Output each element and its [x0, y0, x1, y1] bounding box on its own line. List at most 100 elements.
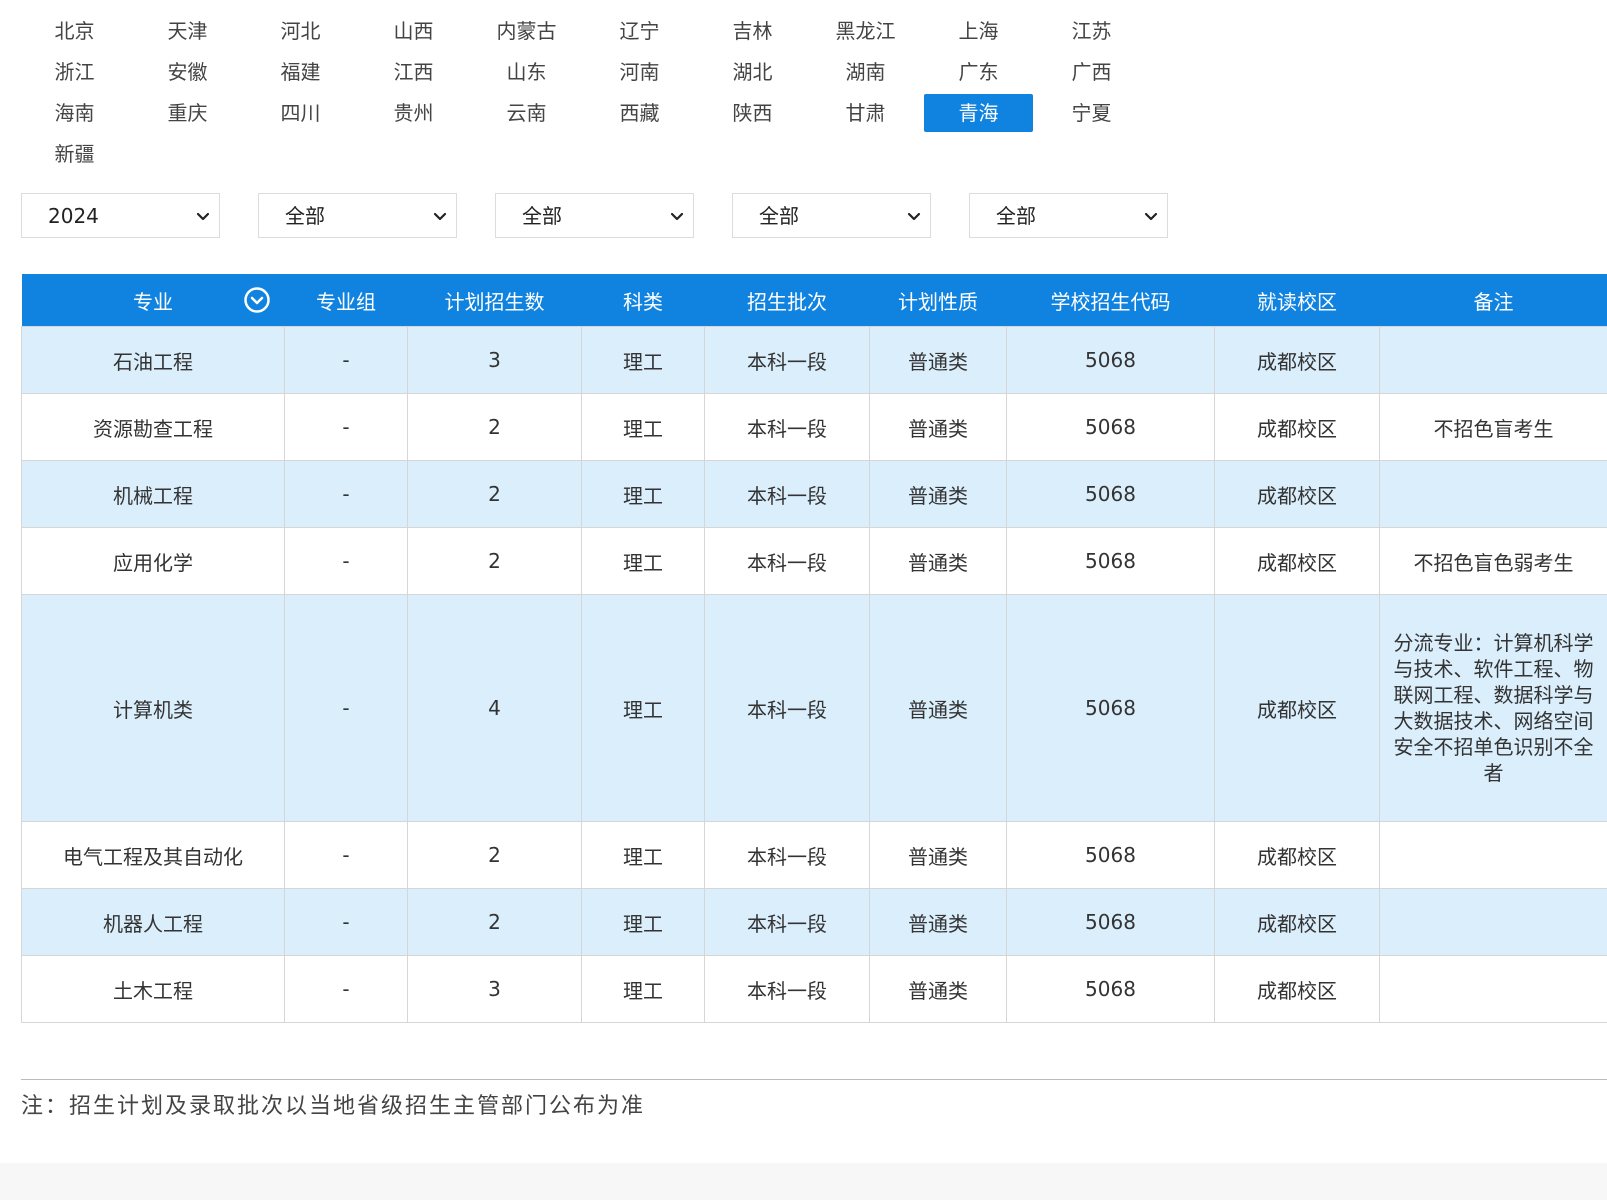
cell-plan-count: 2: [407, 888, 582, 956]
province-tab[interactable]: 西藏: [585, 94, 694, 132]
table-row: 电气工程及其自动化 -2 理工 本科一段 普通类 5068 成都校区: [21, 821, 1607, 889]
filter-select-5[interactable]: 全部: [969, 193, 1168, 238]
province-tab[interactable]: 青海: [924, 94, 1033, 132]
province-tab[interactable]: 北京: [20, 12, 129, 50]
cell-plan-type: 普通类: [869, 594, 1007, 822]
cell-school-code: 5068: [1006, 594, 1215, 822]
province-tab[interactable]: 四川: [246, 94, 355, 132]
table-row: 应用化学 -2 理工 本科一段 普通类 5068 成都校区 不招色盲色弱考生: [21, 527, 1607, 595]
cell-batch: 本科一段: [704, 888, 870, 956]
province-tab[interactable]: 宁夏: [1037, 94, 1146, 132]
cell-plan-count: 2: [407, 821, 582, 889]
province-tab[interactable]: 湖南: [811, 53, 920, 91]
filter-select-3[interactable]: 全部: [495, 193, 694, 238]
cell-major-group: -: [284, 955, 408, 1023]
province-tab[interactable]: 福建: [246, 53, 355, 91]
province-tab[interactable]: 山东: [472, 53, 581, 91]
header-school-code: 学校招生代码: [1006, 274, 1215, 327]
province-tab[interactable]: 黑龙江: [811, 12, 920, 50]
chevron-down-icon: [1144, 212, 1158, 221]
cell-note: 不招色盲色弱考生: [1379, 527, 1607, 595]
province-tab[interactable]: 江西: [359, 53, 468, 91]
filter-bar: 2024 全部 全部 全部 全部: [21, 193, 1168, 238]
cell-plan-type: 普通类: [869, 460, 1007, 528]
province-tab[interactable]: 重庆: [133, 94, 242, 132]
filter-select-2[interactable]: 全部: [258, 193, 457, 238]
select-value: 全部: [996, 204, 1036, 228]
cell-subject: 理工: [581, 393, 705, 461]
province-tab[interactable]: 海南: [20, 94, 129, 132]
province-tab[interactable]: 天津: [133, 12, 242, 50]
cell-major-group: -: [284, 326, 408, 394]
cell-major: 机器人工程: [21, 888, 285, 956]
province-tab[interactable]: 陕西: [698, 94, 807, 132]
province-tab[interactable]: 新疆: [20, 135, 129, 173]
cell-major: 资源勘查工程: [21, 393, 285, 461]
province-tab[interactable]: 湖北: [698, 53, 807, 91]
table-row: 资源勘查工程 -2 理工 本科一段 普通类 5068 成都校区 不招色盲考生: [21, 393, 1607, 461]
header-campus: 就读校区: [1214, 274, 1380, 327]
cell-batch: 本科一段: [704, 460, 870, 528]
admission-plan-table: 专业 专业组 计划招生数 科类 招生批次 计划性质 学校招生代码 就读校区 备注…: [21, 274, 1607, 1023]
cell-major: 石油工程: [21, 326, 285, 394]
cell-plan-count: 3: [407, 326, 582, 394]
cell-school-code: 5068: [1006, 460, 1215, 528]
cell-school-code: 5068: [1006, 888, 1215, 956]
cell-major-group: -: [284, 821, 408, 889]
cell-plan-count: 2: [407, 527, 582, 595]
cell-note: [1379, 326, 1607, 394]
footnote: 注：招生计划及录取批次以当地省级招生主管部门公布为准: [21, 1094, 646, 1119]
cell-plan-count: 2: [407, 460, 582, 528]
header-major-label: 专业: [133, 289, 173, 314]
cell-note: 分流专业：计算机科学与技术、软件工程、物联网工程、数据科学与大数据技术、网络空间…: [1379, 594, 1607, 822]
cell-campus: 成都校区: [1214, 955, 1380, 1023]
header-batch: 招生批次: [704, 274, 870, 327]
province-tab[interactable]: 内蒙古: [472, 12, 581, 50]
province-tab[interactable]: 上海: [924, 12, 1033, 50]
cell-subject: 理工: [581, 527, 705, 595]
province-tab[interactable]: 辽宁: [585, 12, 694, 50]
cell-major-group: -: [284, 594, 408, 822]
province-tab[interactable]: 山西: [359, 12, 468, 50]
circle-chevron-down-icon[interactable]: [243, 286, 271, 314]
cell-batch: 本科一段: [704, 393, 870, 461]
cell-campus: 成都校区: [1214, 527, 1380, 595]
cell-note: [1379, 460, 1607, 528]
header-note: 备注: [1379, 274, 1607, 327]
cell-plan-type: 普通类: [869, 393, 1007, 461]
year-select[interactable]: 2024: [21, 193, 220, 238]
province-tab[interactable]: 河南: [585, 53, 694, 91]
cell-note: [1379, 955, 1607, 1023]
cell-campus: 成都校区: [1214, 326, 1380, 394]
page-bottom-band: [0, 1163, 1607, 1200]
select-value: 全部: [759, 204, 799, 228]
cell-school-code: 5068: [1006, 821, 1215, 889]
cell-batch: 本科一段: [704, 594, 870, 822]
province-tab[interactable]: 江苏: [1037, 12, 1146, 50]
chevron-down-icon: [196, 212, 210, 221]
province-tab[interactable]: 安徽: [133, 53, 242, 91]
filter-select-4[interactable]: 全部: [732, 193, 931, 238]
province-tab[interactable]: 甘肃: [811, 94, 920, 132]
province-tab[interactable]: 贵州: [359, 94, 468, 132]
province-tab[interactable]: 云南: [472, 94, 581, 132]
cell-note: [1379, 821, 1607, 889]
cell-subject: 理工: [581, 888, 705, 956]
table-row: 石油工程 -3 理工 本科一段 普通类 5068 成都校区: [21, 326, 1607, 394]
cell-batch: 本科一段: [704, 326, 870, 394]
header-major-group: 专业组: [284, 274, 408, 327]
cell-campus: 成都校区: [1214, 460, 1380, 528]
header-major[interactable]: 专业: [21, 274, 285, 327]
admission-plan-page: 北京 天津 河北 山西 内蒙古 辽宁 吉林 黑龙江 上海 江苏浙江 安徽 福建 江西 山东 河南 湖北 湖南 广东…: [0, 0, 1607, 1200]
cell-batch: 本科一段: [704, 955, 870, 1023]
province-tab[interactable]: 吉林: [698, 12, 807, 50]
cell-subject: 理工: [581, 460, 705, 528]
province-tab[interactable]: 浙江: [20, 53, 129, 91]
header-plan-type: 计划性质: [869, 274, 1007, 327]
cell-major-group: -: [284, 393, 408, 461]
province-tab[interactable]: 广东: [924, 53, 1033, 91]
province-tab[interactable]: 广西: [1037, 53, 1146, 91]
province-tab[interactable]: 河北: [246, 12, 355, 50]
cell-plan-count: 4: [407, 594, 582, 822]
cell-subject: 理工: [581, 594, 705, 822]
